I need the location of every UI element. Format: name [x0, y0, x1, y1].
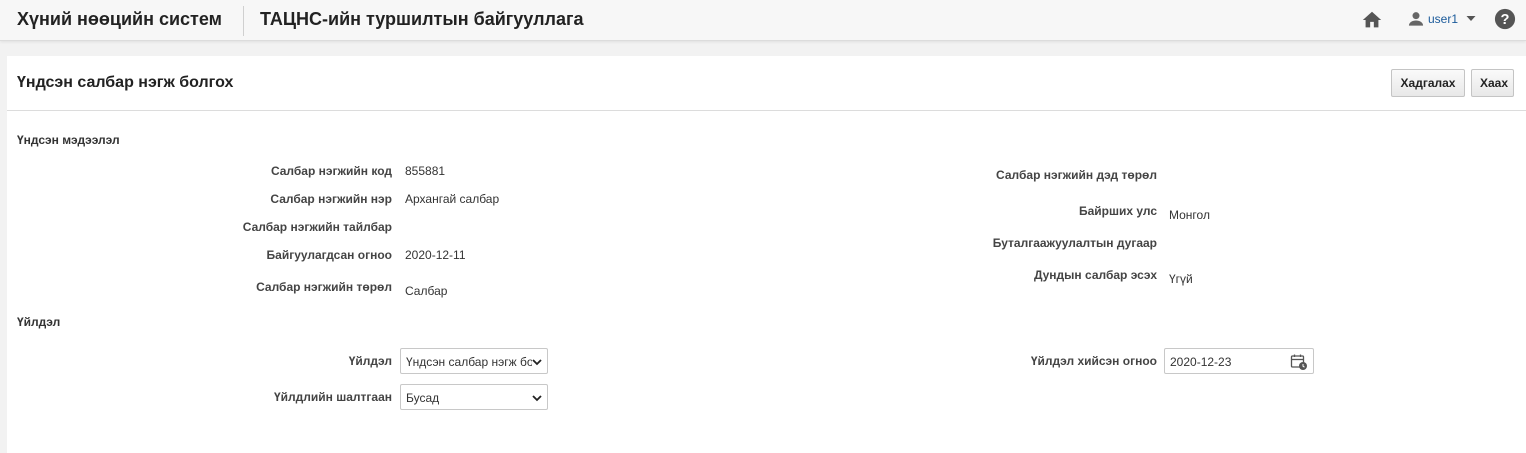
chevron-down-icon	[532, 395, 542, 402]
main-panel: Үндсэн салбар нэгж болгох Хадгалах Хаах …	[7, 56, 1526, 453]
page-title: Үндсэн салбар нэгж болгох	[17, 74, 234, 91]
action-label: Үйлдэл	[348, 354, 392, 368]
field-label-unit-type: Салбар нэгжийн төрөл	[256, 280, 392, 294]
field-value-unit-code: 855881	[405, 164, 446, 178]
basic-info-section-title: Үндсэн мэдээлэл	[17, 133, 120, 147]
field-label-unit-code: Салбар нэгжийн код	[270, 164, 392, 178]
chevron-down-icon	[532, 359, 542, 366]
help-icon[interactable]: ?	[1494, 8, 1516, 30]
action-select-value: Үндсэн салбар нэгж болгох	[406, 355, 532, 369]
field-label-established-date: Байгуулагдсан огноо	[266, 248, 392, 262]
action-date-label: Үйлдэл хийсэн огноо	[1030, 354, 1157, 368]
reason-select-value: Бусад	[406, 391, 440, 405]
field-label-country: Байрших улс	[1078, 204, 1157, 218]
field-value-country: Монгол	[1169, 208, 1210, 222]
field-value-unit-name: Архангай салбар	[405, 192, 500, 206]
field-value-shared-unit: Үгүй	[1169, 272, 1193, 286]
reason-select[interactable]: Бусад	[400, 384, 548, 410]
close-button[interactable]: Хаах	[1471, 69, 1514, 97]
field-label-unit-description: Салбар нэгжийн тайлбар	[242, 220, 392, 234]
user-icon[interactable]	[1406, 9, 1426, 29]
header-divider	[243, 6, 244, 36]
organization-title: ТАЦНС-ийн туршилтын байгууллага	[260, 9, 584, 29]
field-label-shared-unit: Дундын салбар эсэх	[1033, 268, 1157, 282]
panel-header: Үндсэн салбар нэгж болгох Хадгалах Хаах	[7, 56, 1526, 111]
user-name-link[interactable]: user1	[1428, 12, 1458, 26]
action-date-value: 2020-12-23	[1170, 355, 1232, 369]
action-select[interactable]: Үндсэн салбар нэгж болгох	[400, 348, 548, 374]
field-value-unit-type: Салбар	[405, 284, 448, 298]
app-title: Хүний нөөцийн систем	[17, 9, 222, 29]
action-section-title: Үйлдэл	[17, 315, 61, 329]
field-value-established-date: 2020-12-11	[405, 248, 466, 262]
calendar-icon[interactable]	[1290, 353, 1308, 371]
top-bar: Хүний нөөцийн систем ТАЦНС-ийн туршилтын…	[0, 0, 1526, 41]
home-icon[interactable]	[1361, 9, 1383, 31]
caret-down-icon[interactable]	[1465, 12, 1477, 24]
field-label-verification-number: Буталгаажуулалтын дугаар	[992, 236, 1157, 250]
save-button[interactable]: Хадгалах	[1391, 69, 1465, 97]
reason-label: Үйлдлийн шалтгаан	[273, 390, 392, 404]
field-label-unit-subtype: Салбар нэгжийн дэд төрөл	[996, 168, 1157, 182]
action-date-input[interactable]: 2020-12-23	[1164, 348, 1314, 374]
svg-text:?: ?	[1501, 12, 1510, 28]
field-label-unit-name: Салбар нэгжийн нэр	[270, 192, 392, 206]
